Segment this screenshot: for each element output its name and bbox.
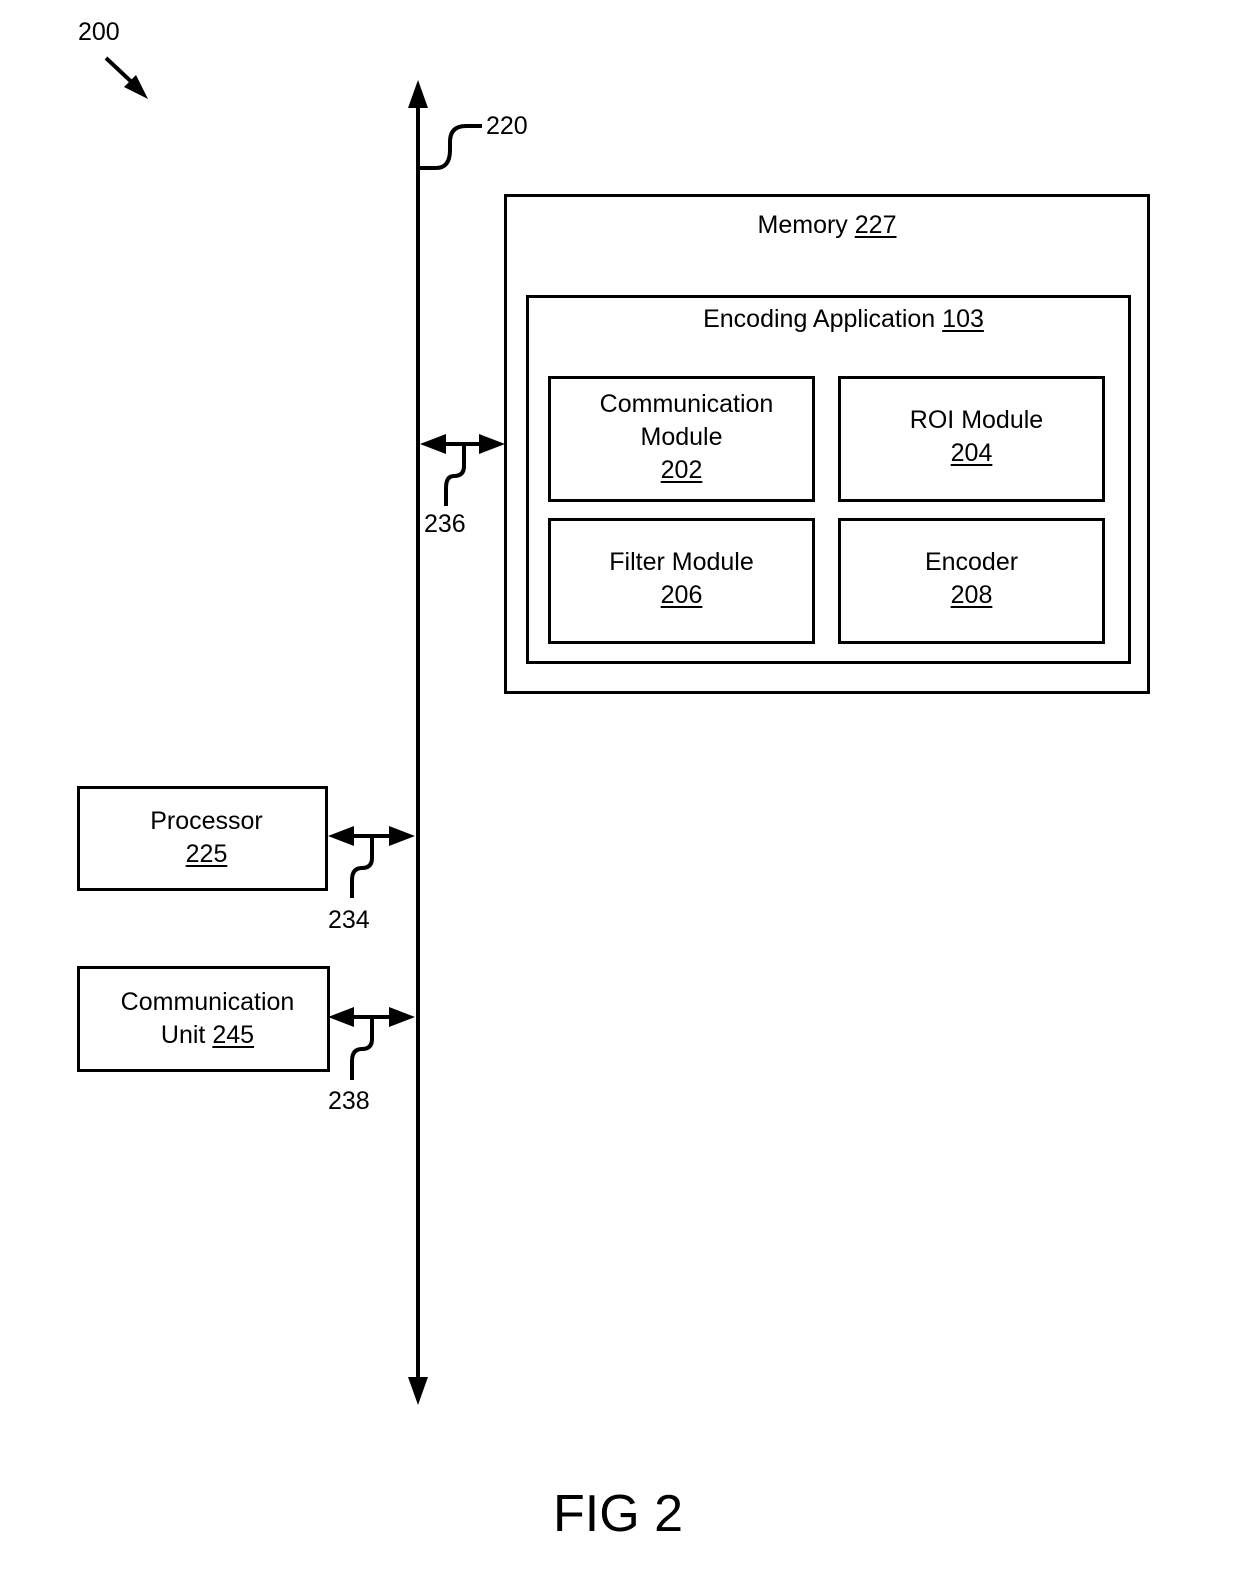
roi-module-box: ROI Module 204 — [838, 376, 1105, 502]
encoding-application-box: Encoding Application 103 Communication M… — [526, 295, 1131, 664]
bus-down-arrowhead — [408, 1377, 428, 1405]
processor-box: Processor 225 — [77, 786, 328, 891]
filter-module-ref: 206 — [660, 581, 703, 609]
figure-number-label: 200 — [78, 18, 120, 46]
filter-module-label: Filter Module 206 — [551, 546, 812, 612]
communication-unit-box: Communication Unit 245 — [77, 966, 330, 1072]
bus-ref-label: 220 — [486, 112, 528, 140]
encoding-application-ref: 103 — [942, 305, 984, 333]
roi-module-label: ROI Module 204 — [851, 404, 1102, 470]
encoder-ref: 208 — [950, 581, 993, 609]
bus-line — [408, 80, 428, 1405]
communication-module-box: Communication Module 202 — [548, 376, 815, 502]
encoder-box: Encoder 208 — [838, 518, 1105, 644]
bus-ref-leader — [420, 124, 482, 170]
processor-label: Processor 225 — [88, 805, 325, 871]
memory-box: Memory 227 Encoding Application 103 Comm… — [504, 194, 1150, 694]
communication-unit-label: Communication Unit 245 — [120, 988, 295, 1049]
communication-unit-ref: 245 — [212, 1021, 255, 1049]
figure-pointer-arrow — [104, 56, 148, 99]
encoding-application-title: Encoding Application 103 — [703, 305, 984, 333]
memory-link-ref-label: 236 — [424, 510, 466, 538]
comm-unit-link-ref-label: 238 — [328, 1087, 370, 1115]
communication-module-label: Communication Module 202 — [561, 388, 812, 487]
encoder-label: Encoder 208 — [841, 546, 1102, 612]
communication-module-ref: 202 — [660, 456, 703, 484]
processor-ref: 225 — [185, 840, 228, 868]
figure-caption: FIG 2 — [553, 1485, 684, 1543]
bus-up-arrowhead — [408, 80, 428, 108]
filter-module-box: Filter Module 206 — [548, 518, 815, 644]
processor-link-arrow — [328, 826, 415, 898]
memory-ref: 227 — [854, 211, 897, 239]
memory-link-arrow — [420, 434, 505, 506]
processor-link-ref-label: 234 — [328, 906, 370, 934]
memory-title: Memory 227 — [757, 211, 897, 239]
comm-unit-link-arrow — [328, 1007, 415, 1080]
roi-module-ref: 204 — [950, 439, 993, 467]
